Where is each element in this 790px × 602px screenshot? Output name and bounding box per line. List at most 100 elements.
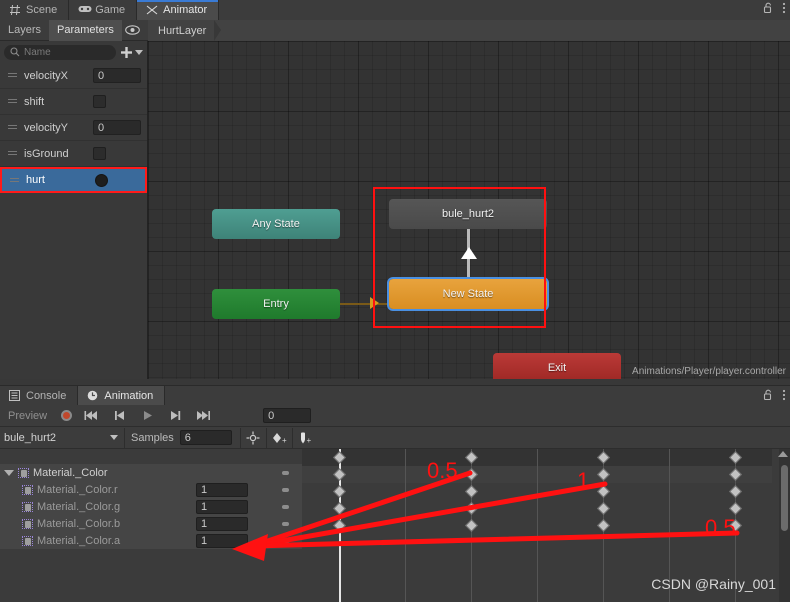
scroll-up-icon[interactable] (778, 451, 788, 457)
animator-icon (146, 4, 158, 16)
animated-property-icon (22, 484, 33, 495)
drag-handle-icon[interactable] (8, 72, 17, 79)
property-row-color-b[interactable]: Material._Color.b 1 (0, 515, 302, 532)
kebab-menu-icon[interactable] (782, 389, 786, 401)
top-tab-bar: Scene Game Animator (0, 0, 790, 20)
drag-handle-icon[interactable] (10, 177, 19, 184)
preview-button[interactable]: Preview (0, 410, 55, 422)
property-value-field[interactable]: 1 (196, 499, 248, 514)
keyframe-toggle-dot[interactable] (282, 504, 289, 509)
animated-property-list: Material._Color Material._Color.r 1 Mate… (0, 449, 302, 602)
current-frame-field[interactable]: 0 (263, 408, 312, 423)
samples-label: Samples (131, 431, 174, 444)
subtab-parameters[interactable]: Parameters (49, 19, 122, 41)
skip-to-end-button[interactable] (189, 407, 217, 425)
animator-state-machine-canvas[interactable]: Any State Entry Exit bule_hurt2 New Stat… (148, 41, 790, 379)
search-input[interactable]: Name (4, 44, 116, 60)
parameter-value-field[interactable]: 0 (93, 120, 141, 135)
tab-animator-label: Animator (163, 4, 208, 16)
parameter-name: velocityX (24, 69, 69, 82)
keyframe-toggle-dot[interactable] (282, 470, 289, 475)
parameter-row-isGround[interactable]: isGround (0, 141, 147, 167)
animated-property-icon (22, 518, 33, 529)
clip-name-label: bule_hurt2 (4, 431, 56, 444)
samples-field[interactable]: 6 (179, 430, 232, 445)
parameter-row-shift[interactable]: shift (0, 89, 147, 115)
parameter-checkbox[interactable] (93, 95, 106, 108)
console-icon (9, 389, 21, 402)
skip-to-start-button[interactable] (77, 407, 105, 425)
animation-clip-toolbar: bule_hurt2 Samples 6 + + (0, 427, 790, 449)
search-icon (10, 47, 20, 57)
tab-animation[interactable]: Animation (78, 386, 166, 405)
parameter-trigger-radio[interactable] (95, 173, 108, 187)
breadcrumb[interactable]: HurtLayer (148, 25, 214, 37)
timeline-vertical-scrollbar[interactable] (778, 449, 790, 602)
eye-icon[interactable] (122, 25, 144, 35)
animation-transport-toolbar: Preview 0 (0, 405, 790, 427)
parameter-checkbox[interactable] (93, 147, 106, 160)
tab-game[interactable]: Game (69, 0, 138, 20)
search-placeholder: Name (24, 46, 51, 58)
annotation-highlight-rect-states (373, 187, 546, 328)
kebab-menu-icon[interactable] (782, 2, 786, 14)
scrollbar-thumb[interactable] (781, 465, 788, 531)
next-keyframe-button[interactable] (161, 407, 189, 425)
animation-panel: Console Animation Preview 0 bule_hurt2 S… (0, 385, 790, 602)
controller-asset-path: Animations/Player/player.controller (632, 366, 786, 377)
parameter-value-field[interactable]: 0 (93, 68, 141, 83)
keyframe-toggle-dot[interactable] (282, 487, 289, 492)
tab-console[interactable]: Console (0, 386, 79, 405)
tab-animator[interactable]: Animator (137, 0, 220, 20)
unlock-icon[interactable] (763, 2, 774, 14)
property-row-color-a[interactable]: Material._Color.a 1 (0, 532, 302, 549)
add-event-icon[interactable]: + (291, 427, 318, 448)
property-row-color-r[interactable]: Material._Color.r 1 (0, 481, 302, 498)
tab-console-label: Console (26, 389, 67, 402)
property-row-group[interactable]: Material._Color (0, 464, 302, 481)
property-label: Material._Color.g (37, 500, 121, 513)
subtab-parameters-label: Parameters (57, 24, 114, 36)
timeline-gridline (537, 449, 538, 602)
add-parameter-button[interactable] (120, 46, 143, 59)
state-node-label: Any State (252, 218, 300, 230)
parameter-name: isGround (24, 147, 69, 160)
state-node-label: Exit (547, 362, 567, 374)
clip-selector-dropdown[interactable]: bule_hurt2 (0, 427, 125, 448)
drag-handle-icon[interactable] (8, 98, 17, 105)
prev-keyframe-button[interactable] (105, 407, 133, 425)
state-node-any-state[interactable]: Any State (212, 209, 340, 239)
parameter-row-velocityY[interactable]: velocityY 0 (0, 115, 147, 141)
animation-window-controls (763, 389, 786, 401)
tab-game-label: Game (95, 4, 126, 16)
top-window-controls (763, 2, 786, 14)
drag-handle-icon[interactable] (8, 124, 17, 131)
bottom-tab-bar: Console Animation (0, 386, 790, 405)
keyframe-toggle-dot[interactable] (282, 521, 289, 526)
property-value-field[interactable]: 1 (196, 482, 248, 497)
parameters-search-row: Name (0, 41, 147, 63)
timeline-gridline (405, 449, 406, 602)
animated-property-icon (18, 467, 29, 478)
state-node-entry[interactable]: Entry (212, 289, 340, 319)
unlock-icon[interactable] (763, 389, 774, 401)
add-keyframe-target-icon[interactable] (239, 427, 266, 448)
record-button[interactable] (55, 407, 77, 425)
property-value-field[interactable]: 1 (196, 533, 248, 548)
state-node-label: Entry (263, 298, 289, 310)
parameter-row-hurt[interactable]: hurt (0, 167, 147, 193)
state-node-exit[interactable]: Exit (493, 353, 621, 379)
keyframe-toggle-dot[interactable] (282, 538, 289, 543)
drag-handle-icon[interactable] (8, 150, 17, 157)
clock-icon (87, 390, 99, 402)
subtab-layers[interactable]: Layers (0, 20, 49, 41)
play-button[interactable] (133, 407, 161, 425)
tab-scene-label: Scene (26, 4, 58, 16)
tab-scene[interactable]: Scene (0, 0, 70, 20)
chevron-down-icon[interactable] (4, 469, 14, 476)
property-value-field[interactable]: 1 (196, 516, 248, 531)
property-row-color-g[interactable]: Material._Color.g 1 (0, 498, 302, 515)
add-keyframe-icon[interactable]: + (265, 427, 292, 448)
parameter-row-velocityX[interactable]: velocityX 0 (0, 63, 147, 89)
parameter-name: velocityY (24, 121, 69, 134)
